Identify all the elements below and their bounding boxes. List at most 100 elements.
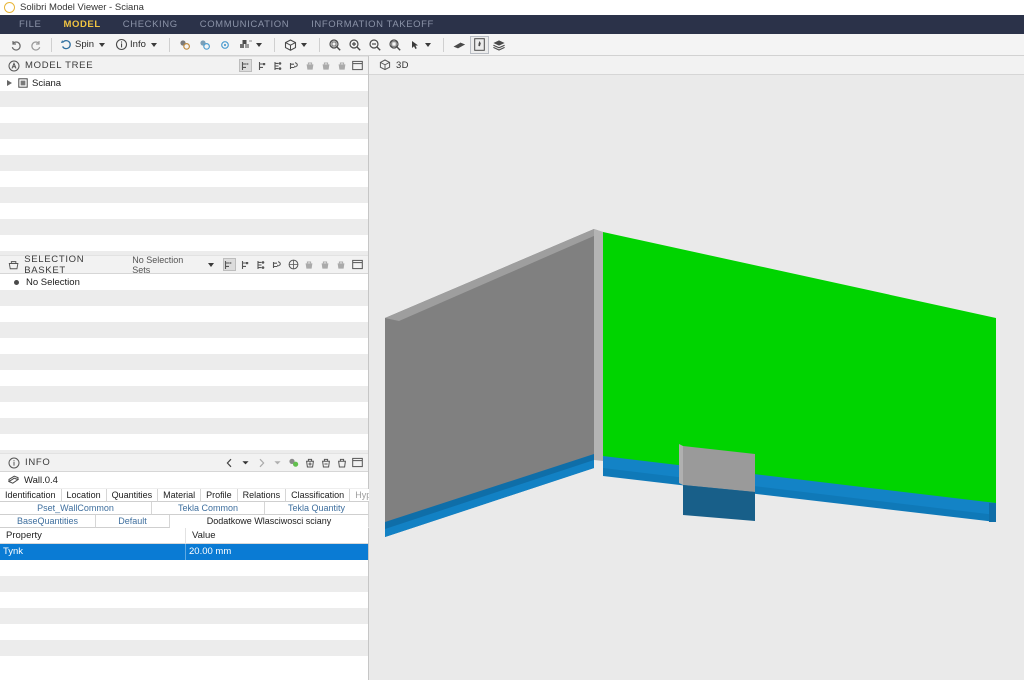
model-tree-list[interactable]: Sciana <box>0 75 368 255</box>
collapse-branch-icon[interactable] <box>255 59 268 72</box>
zoom-fit-button[interactable] <box>385 36 405 54</box>
tab-tekla-common[interactable]: Tekla Common <box>152 502 265 515</box>
tab-profile[interactable]: Profile <box>201 489 238 502</box>
view-cube-button[interactable] <box>280 36 314 54</box>
tree-row-empty <box>0 107 368 123</box>
tab-identification[interactable]: Identification <box>0 489 62 502</box>
view-3d-header: 3D <box>369 56 1024 75</box>
globe-icon[interactable] <box>287 258 300 271</box>
select-objects-button[interactable] <box>175 36 195 54</box>
basket-remove-icon[interactable] <box>319 258 332 271</box>
table-row-empty <box>0 608 368 624</box>
sync-selection-icon[interactable] <box>287 59 300 72</box>
view-3d-label: 3D <box>396 59 409 71</box>
tab-quantities[interactable]: Quantities <box>106 489 159 502</box>
walk-mode-button[interactable] <box>469 35 489 54</box>
walk-icon <box>474 38 485 51</box>
tree-row-empty <box>0 219 368 235</box>
remove-icon[interactable] <box>319 456 332 469</box>
menu-item-model[interactable]: MODEL <box>52 15 111 34</box>
expand-branch-icon[interactable] <box>222 258 236 271</box>
tab-pset-wallcommon[interactable]: Pset_WallCommon <box>0 502 152 515</box>
table-row[interactable]: Tynk 20.00 mm <box>0 544 368 560</box>
clip-plane-button[interactable] <box>449 36 470 54</box>
undo-button[interactable] <box>6 36 26 54</box>
history-forward-dropdown-icon[interactable] <box>271 456 284 469</box>
basket-add-icon[interactable] <box>303 59 316 72</box>
chevron-down-icon[interactable] <box>207 262 214 267</box>
column-header-property: Property <box>0 527 186 544</box>
info-object-row[interactable]: Wall.0.4 <box>0 472 368 489</box>
basket-row-no-selection: No Selection <box>0 274 368 290</box>
model-tree-icon <box>8 60 20 71</box>
transparent-objects-button[interactable] <box>195 36 215 54</box>
redo-button[interactable] <box>26 36 46 54</box>
chevron-down-icon[interactable] <box>99 42 106 47</box>
zoom-out-button[interactable] <box>365 36 385 54</box>
menu-item-file[interactable]: FILE <box>8 15 52 34</box>
tab-default[interactable]: Default <box>96 515 170 528</box>
basket-add-icon[interactable] <box>303 258 316 271</box>
menu-item-communication[interactable]: COMMUNICATION <box>189 15 300 34</box>
tree-row-sciana[interactable]: Sciana <box>0 75 368 91</box>
opening-reveal-left <box>679 444 683 485</box>
selection-basket-list[interactable]: No Selection <box>0 274 368 453</box>
property-grid-rows[interactable]: Tynk 20.00 mm <box>0 544 368 680</box>
toolbar-separator <box>51 37 52 52</box>
menu-item-information-takeoff[interactable]: INFORMATION TAKEOFF <box>300 15 445 34</box>
tab-material[interactable]: Material <box>158 489 202 502</box>
basket-remove-icon[interactable] <box>319 59 332 72</box>
tab-relations[interactable]: Relations <box>237 489 287 502</box>
chevron-down-icon[interactable] <box>150 42 157 47</box>
chevron-right-icon[interactable] <box>7 80 12 86</box>
basket-clear-icon[interactable] <box>335 258 348 271</box>
copy-icon[interactable] <box>335 456 348 469</box>
layers-button[interactable] <box>489 36 509 54</box>
tab-basequantities[interactable]: BaseQuantities <box>0 515 96 528</box>
pick-tool-button[interactable] <box>405 36 438 54</box>
spin-tool-button[interactable]: Spin <box>57 36 112 54</box>
zoom-area-button[interactable] <box>325 36 345 54</box>
collapse-branch-icon[interactable] <box>239 258 252 271</box>
hide-objects-button[interactable] <box>215 36 235 54</box>
chevron-down-icon[interactable] <box>300 42 307 47</box>
maximize-panel-icon[interactable] <box>351 59 364 72</box>
menu-item-checking[interactable]: CHECKING <box>112 15 189 34</box>
add-icon[interactable] <box>303 456 316 469</box>
tab-location[interactable]: Location <box>61 489 107 502</box>
basket-clear-icon[interactable] <box>335 59 348 72</box>
table-row-empty <box>0 656 368 672</box>
main-toolbar: Spin Info <box>0 34 1024 56</box>
toolbar-separator <box>168 37 170 52</box>
maximize-panel-icon[interactable] <box>351 258 364 271</box>
prev-icon[interactable] <box>223 456 236 469</box>
basket-row-empty <box>0 402 368 418</box>
tab-classification[interactable]: Classification <box>286 489 351 502</box>
expand-branch-icon[interactable] <box>239 59 252 72</box>
left-panel-column: MODEL TREE Sciana SELECTION BASKET No Se… <box>0 56 404 680</box>
link-objects-icon[interactable] <box>287 456 300 469</box>
tree-structure-icon[interactable] <box>255 258 268 271</box>
basket-row-empty <box>0 370 368 386</box>
tree-row-empty <box>0 187 368 203</box>
tab-dodatkowe-wlasciwosci-sciany[interactable]: Dodatkowe Wlasciwosci sciany <box>170 515 369 528</box>
tree-structure-icon[interactable] <box>271 59 284 72</box>
undo-icon <box>11 40 21 51</box>
zoom-in-button[interactable] <box>345 36 365 54</box>
hide-objects-icon <box>220 40 229 49</box>
chevron-down-icon[interactable] <box>255 42 262 47</box>
info-tool-button[interactable]: Info <box>112 36 164 54</box>
tab-tekla-quantity[interactable]: Tekla Quantity <box>265 502 369 515</box>
next-icon[interactable] <box>255 456 268 469</box>
viewport-3d[interactable] <box>369 75 1024 680</box>
maximize-panel-icon[interactable] <box>351 456 364 469</box>
building-icon <box>18 78 28 88</box>
sync-selection-icon[interactable] <box>271 258 284 271</box>
components-button[interactable] <box>235 36 269 54</box>
property-grid-header: Property Value <box>0 527 368 544</box>
selection-sets-label[interactable]: No Selection Sets <box>132 255 199 275</box>
table-row-empty <box>0 640 368 656</box>
components-icon <box>239 39 252 48</box>
chevron-down-icon[interactable] <box>424 42 431 47</box>
history-back-dropdown-icon[interactable] <box>239 456 252 469</box>
